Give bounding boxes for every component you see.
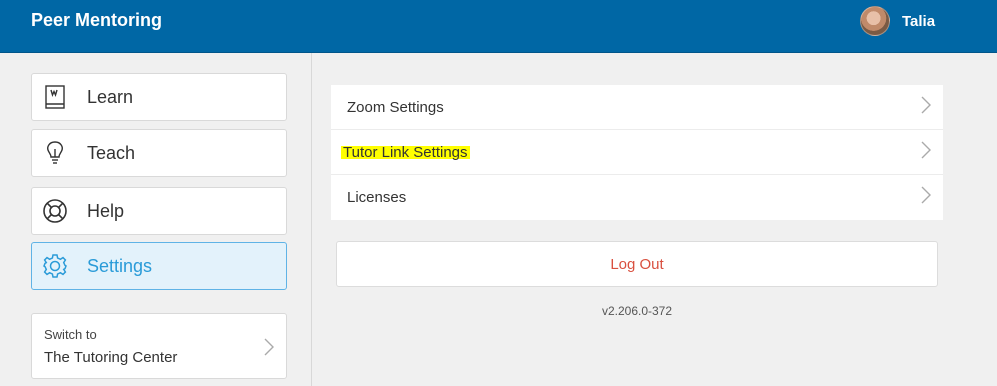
- switch-center-card[interactable]: Switch to The Tutoring Center: [31, 313, 287, 379]
- settings-list: Zoom Settings Tutor Link Settings Licens…: [331, 85, 943, 220]
- user-menu[interactable]: Talia: [860, 6, 935, 36]
- switch-caption: Switch to: [44, 327, 97, 342]
- avatar[interactable]: [860, 6, 890, 36]
- sidebar-item-learn[interactable]: Learn: [31, 73, 287, 121]
- settings-row-tutor-link[interactable]: Tutor Link Settings: [331, 130, 943, 175]
- settings-row-zoom[interactable]: Zoom Settings: [331, 85, 943, 130]
- lightbulb-icon: [42, 140, 68, 166]
- user-name[interactable]: Talia: [902, 13, 935, 30]
- chevron-right-icon: [921, 96, 931, 119]
- settings-row-label: Licenses: [347, 189, 407, 206]
- book-icon: [42, 84, 68, 110]
- sidebar-item-help[interactable]: Help: [31, 187, 287, 235]
- settings-row-label: Zoom Settings: [347, 98, 444, 116]
- sidebar-item-label: Teach: [87, 142, 136, 163]
- chevron-right-icon: [921, 186, 931, 209]
- sidebar-item-label: Learn: [87, 86, 134, 107]
- sidebar-item-teach[interactable]: Teach: [31, 129, 287, 177]
- chevron-right-icon: [921, 141, 931, 164]
- settings-row-label: Tutor Link Settings: [341, 143, 470, 161]
- app-title: Peer Mentoring: [31, 10, 163, 30]
- sidebar: Learn Teach Help Settings Switch to The …: [0, 53, 312, 386]
- version-label: v2.206.0-372: [601, 304, 673, 318]
- lifebuoy-icon: [42, 198, 68, 224]
- sidebar-item-label: Settings: [87, 255, 153, 276]
- switch-target: The Tutoring Center: [44, 349, 178, 366]
- settings-row-licenses[interactable]: Licenses: [331, 175, 943, 220]
- sidebar-item-label: Help: [87, 200, 125, 221]
- log-out-button[interactable]: Log Out: [336, 241, 938, 287]
- chevron-right-icon: [264, 338, 274, 361]
- top-bar: Peer Mentoring Talia: [0, 0, 997, 53]
- gear-icon: [42, 253, 68, 279]
- sidebar-item-settings[interactable]: Settings: [31, 242, 287, 290]
